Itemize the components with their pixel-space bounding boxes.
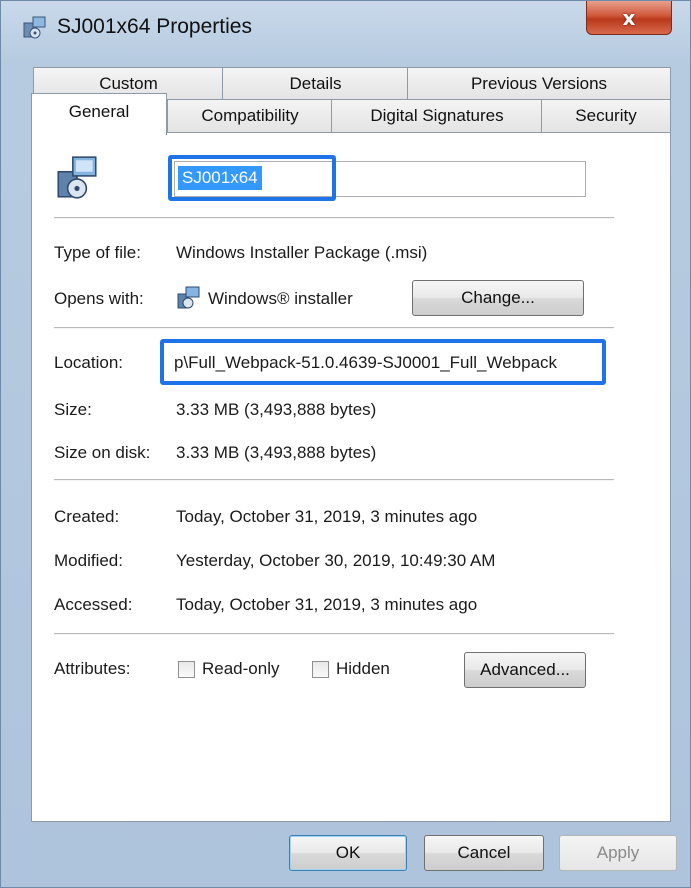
tab-security[interactable]: Security (541, 99, 671, 133)
divider (54, 633, 614, 635)
location-label: Location: (54, 353, 123, 372)
type-of-file-label: Type of file: (54, 243, 141, 262)
tab-label: Previous Versions (470, 74, 608, 93)
apply-button[interactable]: Apply (559, 835, 677, 871)
opens-with-value: Windows® installer (208, 289, 353, 308)
close-button[interactable]: x (586, 1, 672, 35)
tab-compatibility[interactable]: Compatibility (167, 99, 333, 133)
hidden-checkbox[interactable] (312, 661, 329, 678)
tab-label: General (68, 102, 130, 121)
opens-with-label: Opens with: (54, 289, 144, 308)
created-label: Created: (54, 507, 120, 526)
ok-button[interactable]: OK (289, 835, 407, 871)
divider (54, 479, 614, 481)
modified-label: Modified: (54, 551, 123, 570)
type-of-file-value: Windows Installer Package (.msi) (176, 243, 428, 262)
window-title: SJ001x64 Properties (57, 15, 252, 38)
size-value: 3.33 MB (3,493,888 bytes) (176, 400, 377, 419)
file-name-highlight-box (168, 155, 336, 201)
location-highlight-box (160, 339, 606, 385)
tab-label: Digital Signatures (370, 106, 504, 125)
windows-installer-icon (177, 286, 200, 309)
advanced-button[interactable]: Advanced... (464, 652, 586, 688)
hidden-label[interactable]: Hidden (336, 659, 390, 679)
tab-label: Security (575, 106, 637, 125)
close-icon: x (622, 5, 636, 30)
accessed-value: Today, October 31, 2019, 3 minutes ago (176, 595, 478, 614)
title-bar[interactable]: SJ001x64 Properties x (1, 1, 690, 53)
created-value: Today, October 31, 2019, 3 minutes ago (176, 507, 478, 526)
size-label: Size: (54, 400, 92, 419)
properties-window: SJ001x64 Properties x Custom Details Pre… (0, 0, 691, 888)
tab-digital-signatures[interactable]: Digital Signatures (331, 99, 543, 133)
tab-label: Compatibility (201, 106, 299, 125)
tab-previous-versions[interactable]: Previous Versions (407, 67, 671, 101)
change-button[interactable]: Change... (412, 280, 584, 316)
accessed-label: Accessed: (54, 595, 133, 614)
tab-details[interactable]: Details (222, 67, 409, 101)
tab-label: Details (289, 74, 342, 93)
divider (54, 327, 614, 329)
size-on-disk-label: Size on disk: (54, 443, 151, 462)
divider (54, 217, 614, 219)
read-only-checkbox[interactable] (178, 661, 195, 678)
installer-package-icon (57, 156, 97, 199)
attributes-label: Attributes: (54, 659, 131, 678)
read-only-label[interactable]: Read-only (202, 659, 280, 679)
installer-package-icon (23, 16, 46, 39)
tab-general[interactable]: General (31, 93, 167, 135)
cancel-button[interactable]: Cancel (424, 835, 544, 871)
size-on-disk-value: 3.33 MB (3,493,888 bytes) (176, 443, 377, 462)
general-tab-panel: SJ001x64 Type of file: Windows Installer… (31, 132, 671, 822)
modified-value: Yesterday, October 30, 2019, 10:49:30 AM (176, 551, 496, 570)
